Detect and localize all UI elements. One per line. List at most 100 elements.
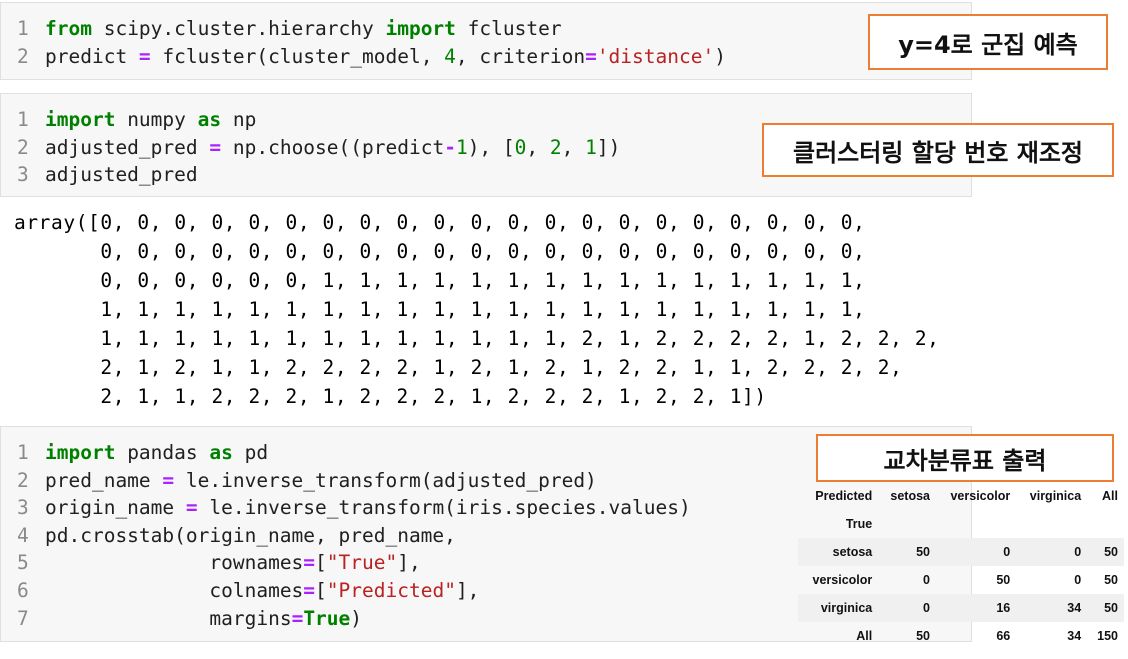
callout-text: y=4로 군집 예측: [898, 30, 1078, 59]
table-cell: 0: [1074, 573, 1082, 587]
line-number: 6: [17, 578, 29, 602]
table-cell: 50: [916, 629, 930, 643]
string: "True": [326, 551, 398, 575]
code-text: ): [350, 606, 363, 630]
table-row: versicolor 0 50 0 50: [798, 566, 1124, 594]
output-line: 1, 1, 1, 1, 1, 1, 1, 1, 1, 1, 1, 1, 1, 1…: [14, 298, 866, 321]
code-text: ],: [397, 551, 421, 575]
row-label: virginica: [798, 594, 879, 622]
string: 'distance': [596, 44, 715, 68]
callout-text: 교차분류표 출력: [883, 446, 1047, 475]
table-row: setosa 50 0 0 50: [798, 538, 1124, 566]
number: 2: [549, 135, 562, 159]
keyword: as: [209, 441, 233, 464]
keyword: import: [385, 17, 456, 40]
table-cell: 16: [935, 594, 1017, 622]
col-header: virginica: [1029, 489, 1082, 503]
line-number: 4: [17, 523, 29, 547]
code-text: np: [221, 108, 257, 131]
number: 1: [585, 135, 597, 159]
line-number: 2: [17, 468, 29, 492]
table-cell: 34: [1016, 594, 1088, 622]
code-text: , criterion: [455, 44, 586, 68]
operator: =: [585, 44, 597, 68]
output-line: 0, 0, 0, 0, 0, 0, 0, 0, 0, 0, 0, 0, 0, 0…: [14, 240, 866, 263]
code-block-2: 1 import numpy as np 2 adjusted_pred = np.…: [17, 106, 620, 189]
code-text: np.choose((predict: [221, 135, 445, 159]
table-cell: 0: [1016, 538, 1088, 566]
empty-cell: [1087, 510, 1124, 538]
code-text: adjusted_pred: [45, 135, 210, 159]
code-text: ), [: [467, 135, 515, 159]
string: "Predicted": [326, 578, 456, 602]
code-text: ): [714, 44, 726, 68]
callout-text: 클러스터링 할당 번호 재조정: [792, 138, 1084, 167]
col-header: All: [1102, 489, 1118, 503]
code-text: le.inverse_transform(adjusted_pred): [174, 468, 597, 492]
number: 4: [444, 44, 456, 68]
callout-crosstab: 교차분류표 출력: [816, 434, 1114, 482]
output-line: 0, 0, 0, 0, 0, 0, 1, 1, 1, 1, 1, 1, 1, 1…: [14, 269, 866, 292]
code-block-1: 1 from scipy.cluster.hierarchy import fcl…: [17, 15, 726, 70]
table-row: All 50 66 34 150: [798, 622, 1124, 650]
table-cell: 0: [878, 594, 936, 622]
output-line: 1, 1, 1, 1, 1, 1, 1, 1, 1, 1, 1, 1, 1, 2…: [14, 327, 940, 350]
row-label: setosa: [798, 538, 879, 566]
cell-output-array: array([0, 0, 0, 0, 0, 0, 0, 0, 0, 0, 0, …: [14, 208, 940, 411]
code-text: ]): [596, 135, 621, 159]
output-line: 2, 1, 1, 2, 2, 2, 1, 2, 2, 2, 1, 2, 2, 2…: [14, 385, 767, 408]
line-number: 2: [17, 135, 29, 159]
code-text: [: [315, 551, 327, 575]
code-cell-1[interactable]: 1 from scipy.cluster.hierarchy import fcl…: [0, 2, 972, 80]
line-number: 5: [17, 551, 29, 575]
line-number: 1: [17, 441, 29, 464]
number: 0: [514, 135, 527, 159]
table-cell: 66: [996, 629, 1011, 643]
table-cell: 0: [923, 573, 930, 587]
code-text: origin_name: [45, 496, 186, 520]
table-cell: 150: [1097, 629, 1118, 643]
callout-reassign: 클러스터링 할당 번호 재조정: [762, 123, 1114, 177]
code-text: ,: [561, 135, 586, 159]
line-number: 3: [17, 163, 29, 187]
table-cell: 50: [996, 573, 1011, 587]
table-cell: 50: [1087, 538, 1124, 566]
row-label: All: [856, 629, 873, 643]
code-text: margins: [209, 606, 292, 630]
table-cell: 50: [1104, 573, 1118, 587]
empty-cell: [1016, 510, 1087, 538]
keyword: import: [45, 108, 116, 131]
operator: =: [209, 135, 222, 159]
operator: =: [162, 468, 175, 492]
code-text: [: [315, 578, 327, 602]
code-text: scipy.cluster.hierarchy: [91, 17, 386, 40]
code-text: ,: [526, 135, 550, 159]
operator: =: [303, 578, 316, 602]
boolean: True: [303, 606, 351, 630]
code-text: numpy: [115, 108, 198, 131]
code-block-3: 1 import pandas as pd 2 pred_name = le.inv…: [17, 439, 691, 632]
table-cell: 50: [1087, 594, 1124, 622]
line-number: 7: [17, 606, 29, 630]
code-text: ],: [455, 578, 480, 602]
code-text: pandas: [115, 441, 210, 464]
operator: =: [138, 44, 151, 68]
col-header: setosa: [890, 489, 930, 503]
operator: =: [291, 606, 304, 630]
table-cell: 50: [878, 538, 936, 566]
line-number: 2: [17, 44, 29, 68]
operator: -: [444, 135, 456, 159]
col-axis-label: Predicted: [815, 489, 873, 503]
crosstab-rowaxis-row: True: [798, 510, 1124, 538]
line-number: 1: [17, 108, 29, 131]
col-header: versicolor: [950, 489, 1011, 503]
crosstab-table: Predicted setosa versicolor virginica Al…: [798, 482, 1124, 650]
table-cell: 0: [935, 538, 1017, 566]
row-axis-label: True: [845, 517, 873, 531]
line-number: 3: [17, 496, 29, 520]
keyword: as: [197, 108, 222, 131]
keyword: import: [45, 441, 116, 464]
